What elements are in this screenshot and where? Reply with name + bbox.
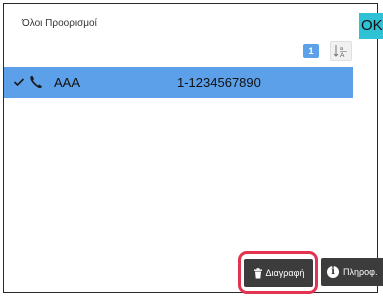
info-icon: i	[327, 266, 339, 278]
address-book-screen: Όλοι Προορισμοί OK 1 a A AAA 1-123456789…	[0, 0, 383, 298]
check-icon	[13, 78, 25, 87]
info-label: Πληροφ.	[343, 267, 378, 277]
info-button[interactable]: i Πληροφ.	[321, 258, 383, 286]
sort-az-icon: a A	[333, 45, 347, 58]
page-number-badge: 1	[303, 44, 319, 58]
delete-button[interactable]: Διαγραφή	[244, 259, 313, 287]
contact-number: 1-1234567890	[177, 75, 261, 90]
svg-text:A: A	[340, 52, 345, 58]
contact-name: AAA	[54, 75, 81, 90]
list-frame	[3, 3, 378, 293]
phone-icon	[30, 76, 42, 89]
delete-label: Διαγραφή	[265, 268, 305, 278]
page-title: Όλοι Προορισμοί	[22, 18, 97, 29]
sort-button[interactable]: a A	[330, 41, 352, 61]
list-item[interactable]: AAA 1-1234567890	[4, 67, 353, 98]
trash-icon	[253, 267, 262, 278]
ok-button[interactable]: OK	[359, 13, 383, 39]
